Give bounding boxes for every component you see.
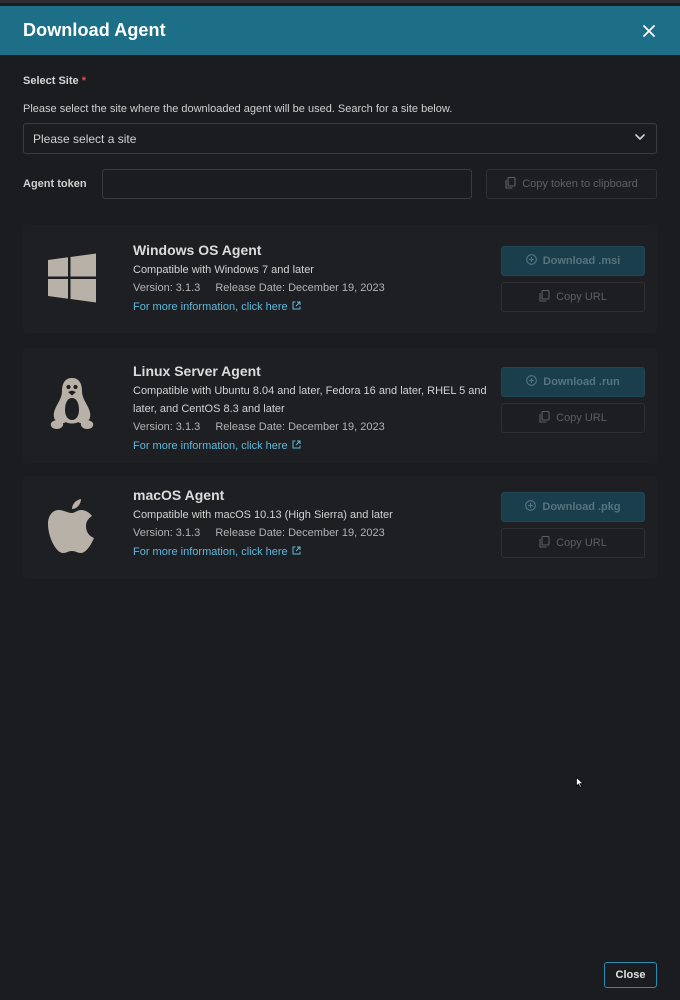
agent-version: Version: 3.1.3: [133, 421, 201, 433]
select-site-help: Please select the site where the downloa…: [23, 103, 453, 115]
agent-compat: Compatible with macOS 10.13 (High Sierra…: [133, 509, 393, 521]
agent-title: Windows OS Agent: [133, 242, 262, 258]
agent-release-date: Release Date: December 19, 2023: [215, 282, 385, 294]
copy-url-label: Copy URL: [556, 412, 607, 424]
site-select[interactable]: Please select a site: [23, 123, 657, 154]
plus-circle-icon: [526, 375, 538, 389]
plus-circle-icon: [525, 500, 537, 514]
agent-token-field[interactable]: [102, 169, 472, 199]
download-button-label: Download .msi: [542, 255, 621, 267]
agent-version: Version: 3.1.3: [133, 527, 201, 539]
windows-logo-icon: [45, 251, 99, 305]
copy-url-label: Copy URL: [556, 291, 607, 303]
agent-card-body: macOS Agent Compatible with macOS 10.13 …: [133, 487, 499, 560]
apple-logo-icon: [45, 499, 99, 554]
agent-card-windows: Windows OS Agent Compatible with Windows…: [23, 225, 657, 333]
agent-compat: Compatible with Ubuntu 8.04 and later, F…: [133, 385, 487, 415]
more-info-link[interactable]: For more information, click here: [133, 300, 301, 314]
download-button-label: Download .pkg: [542, 501, 621, 513]
agent-version-row: Version: 3.1.3 Release Date: December 19…: [133, 524, 499, 542]
download-msi-button[interactable]: Download .msi: [501, 246, 645, 276]
select-site-label: Select Site *: [23, 75, 86, 87]
external-link-icon: [292, 545, 301, 559]
copy-icon: [539, 410, 550, 426]
close-button[interactable]: Close: [604, 962, 657, 988]
agent-version: Version: 3.1.3: [133, 282, 201, 294]
more-info-link[interactable]: For more information, click here: [133, 545, 301, 559]
agent-release-date: Release Date: December 19, 2023: [215, 527, 385, 539]
agent-version-row: Version: 3.1.3 Release Date: December 19…: [133, 279, 499, 297]
download-pkg-button[interactable]: Download .pkg: [501, 492, 645, 522]
select-site-label-text: Select Site: [23, 75, 79, 87]
dialog-header: Download Agent: [0, 6, 680, 55]
more-info-link-text: For more information, click here: [133, 546, 288, 558]
copy-icon: [539, 289, 550, 305]
copy-icon: [539, 535, 550, 551]
download-agent-dialog: Download Agent Select Site * Please sele…: [0, 0, 680, 1000]
agent-compat: Compatible with Windows 7 and later: [133, 264, 314, 276]
agent-card-linux: Linux Server Agent Compatible with Ubunt…: [23, 348, 657, 463]
download-button-label: Download .run: [543, 376, 620, 388]
copy-url-button[interactable]: Copy URL: [501, 403, 645, 433]
agent-token-label: Agent token: [23, 178, 87, 190]
plus-circle-icon: [525, 254, 537, 268]
required-mark: *: [81, 75, 86, 87]
copy-token-button[interactable]: Copy token to clipboard: [486, 169, 657, 199]
agent-version-row: Version: 3.1.3 Release Date: December 19…: [133, 418, 499, 436]
more-info-link-text: For more information, click here: [133, 440, 288, 452]
agent-title: macOS Agent: [133, 487, 225, 503]
agent-card-body: Linux Server Agent Compatible with Ubunt…: [133, 363, 499, 454]
external-link-icon: [292, 439, 301, 453]
agent-release-date: Release Date: December 19, 2023: [215, 421, 385, 433]
external-link-icon: [292, 300, 301, 314]
close-icon[interactable]: [638, 20, 660, 42]
chevron-down-icon: [634, 131, 646, 146]
linux-tux-icon: [45, 376, 99, 430]
copy-icon: [505, 176, 516, 192]
copy-url-label: Copy URL: [556, 537, 607, 549]
more-info-link[interactable]: For more information, click here: [133, 439, 301, 453]
agent-card-macos: macOS Agent Compatible with macOS 10.13 …: [23, 476, 657, 579]
copy-url-button[interactable]: Copy URL: [501, 282, 645, 312]
agent-card-body: Windows OS Agent Compatible with Windows…: [133, 242, 499, 315]
dialog-title: Download Agent: [23, 20, 166, 40]
copy-url-button[interactable]: Copy URL: [501, 528, 645, 558]
copy-token-label: Copy token to clipboard: [522, 178, 638, 190]
site-select-value: Please select a site: [33, 131, 137, 146]
mouse-cursor-icon: [576, 775, 584, 793]
download-run-button[interactable]: Download .run: [501, 367, 645, 397]
agent-title: Linux Server Agent: [133, 363, 261, 379]
more-info-link-text: For more information, click here: [133, 301, 288, 313]
